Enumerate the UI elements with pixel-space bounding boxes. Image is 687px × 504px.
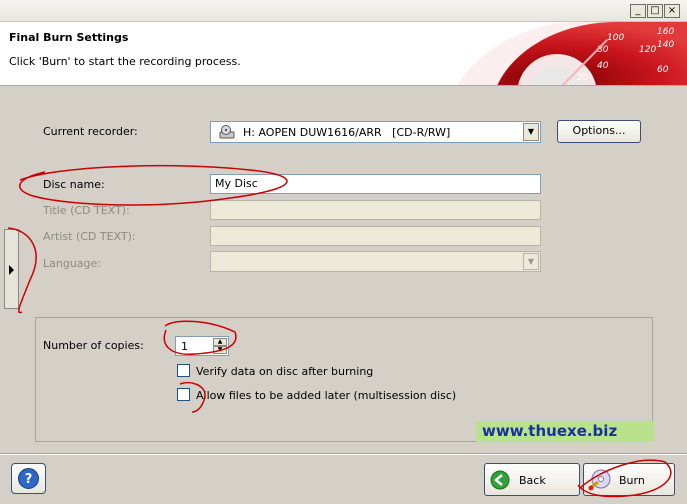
copies-label: Number of copies: [43, 339, 144, 352]
recorder-label: Current recorder: [43, 125, 138, 138]
title-label: Title (CD TEXT): [43, 204, 130, 217]
wizard-header: Final Burn Settings Click 'Burn' to star… [0, 22, 687, 86]
artist-input[interactable] [210, 226, 541, 246]
title-input[interactable] [210, 200, 541, 220]
gauge-tick: 20 [577, 73, 589, 83]
close-button[interactable]: × [664, 4, 680, 18]
dropdown-arrow-icon[interactable]: ▼ [523, 123, 539, 141]
recorder-value: H: AOPEN DUW1616/ARR [CD-R/RW] [243, 126, 451, 139]
artist-label: Artist (CD TEXT): [43, 230, 136, 243]
burn-disc-icon [588, 469, 611, 491]
gauge-tick: 100 [607, 33, 624, 43]
footer-separator [0, 453, 687, 455]
burn-button[interactable]: Burn [583, 463, 675, 496]
gauge-tick: 160 [657, 27, 674, 37]
back-button-label: Back [519, 474, 546, 487]
dropdown-arrow-icon[interactable]: ▼ [523, 253, 539, 270]
page-title: Final Burn Settings [9, 31, 129, 44]
recorder-select[interactable]: H: AOPEN DUW1616/ARR [CD-R/RW] ▼ [210, 121, 541, 143]
multisession-label: Allow files to be added later (multisess… [196, 389, 457, 402]
options-button[interactable]: Options... [557, 120, 641, 143]
disc-name-input[interactable]: My Disc [210, 174, 541, 194]
multisession-checkbox[interactable] [177, 388, 190, 401]
help-button[interactable]: ? [11, 463, 46, 494]
back-arrow-icon [490, 470, 510, 490]
verify-label: Verify data on disc after burning [196, 365, 374, 378]
gauge-tick: 120 [639, 45, 656, 55]
language-label: Language: [43, 257, 101, 270]
copies-stepper[interactable]: 1 ▲ ▼ [175, 336, 229, 356]
maximize-button[interactable]: □ [647, 4, 663, 18]
page-subtitle: Click 'Burn' to start the recording proc… [9, 55, 241, 68]
spin-up-icon[interactable]: ▲ [213, 338, 227, 346]
speedometer-graphic: 160 140 120 100 80 60 40 20 [457, 22, 687, 85]
help-icon: ? [18, 468, 39, 489]
back-button[interactable]: Back [484, 463, 580, 496]
title-bar: _ □ × [0, 0, 687, 22]
language-select[interactable]: ▼ [210, 251, 541, 272]
minimize-button[interactable]: _ [630, 4, 646, 18]
gauge-tick: 40 [597, 61, 609, 71]
side-panel-toggle[interactable] [4, 229, 19, 309]
disc-name-label: Disc name: [43, 178, 105, 191]
watermark: www.thuexe.biz [476, 421, 654, 442]
burn-button-label: Burn [619, 474, 645, 487]
verify-checkbox[interactable] [177, 364, 190, 377]
gauge-tick: 140 [657, 40, 674, 50]
chevron-right-icon [9, 265, 14, 275]
copies-value: 1 [181, 340, 188, 353]
gauge-tick: 80 [597, 45, 609, 55]
drive-icon [219, 125, 235, 139]
svg-text:?: ? [25, 472, 33, 487]
spin-down-icon[interactable]: ▼ [213, 346, 227, 354]
gauge-tick: 60 [657, 65, 669, 75]
